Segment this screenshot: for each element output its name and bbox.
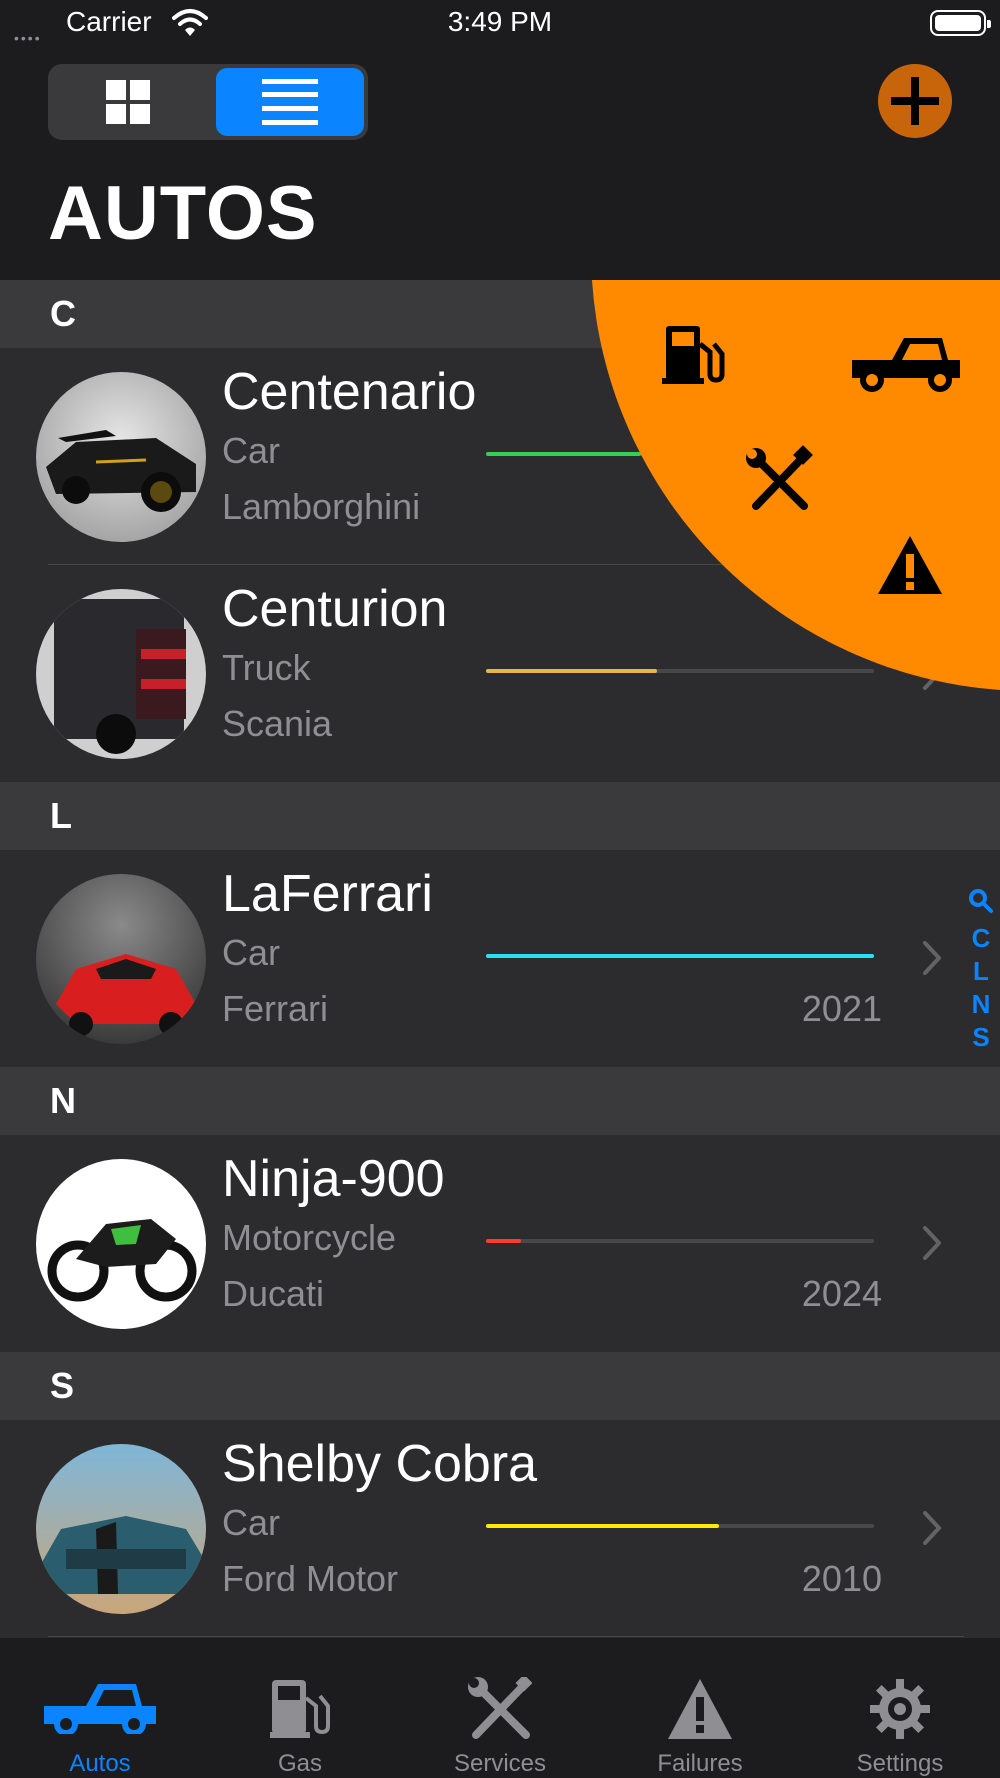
index-letter-c[interactable]: C [966,922,996,955]
vehicle-make: Ford Motor [222,1558,399,1599]
index-letter-s[interactable]: S [966,1021,996,1054]
vehicle-name: Ninja-900 [222,1150,445,1208]
progress-bar-fill [486,1524,719,1528]
tab-gas[interactable]: Gas [200,1638,400,1778]
progress-bar [486,1524,874,1528]
tab-label: Services [453,1750,547,1777]
clock: 3:49 PM [447,6,553,37]
tab-autos[interactable]: Autos [0,1638,200,1778]
vehicle-name: Shelby Cobra [222,1435,538,1493]
vehicle-photo [36,1159,206,1329]
vehicle-year: 2021 [801,988,882,1029]
vehicle-make: Ducati [222,1273,325,1314]
grid-view-button[interactable] [52,68,204,136]
vehicle-photo [36,372,206,542]
status-bar: •••• Carrier 3:49 PM [0,0,1000,50]
tab-label: Failures [657,1750,743,1777]
chevron-right-icon [923,1511,941,1545]
vehicle-photo [36,874,206,1044]
tab-services[interactable]: Services [400,1638,600,1778]
vehicle-photo [36,1444,206,1614]
chevron-right-icon [923,941,941,975]
add-vehicle-button[interactable] [878,64,952,138]
gear-icon [800,1674,1000,1744]
vehicle-row-shelby-cobra[interactable]: Shelby Cobra Car Ford Motor 2010 [0,1420,1000,1637]
section-index-bar[interactable]: C L N S [966,888,996,1054]
vehicle-type: Car [222,1502,281,1543]
vehicle-type: Car [222,932,281,973]
gas-pump-icon [200,1674,400,1744]
car-icon [0,1674,200,1744]
vehicle-year: 2010 [801,1558,882,1599]
view-mode-segmented-control [48,64,368,140]
vehicle-row-laferrari[interactable]: LaFerrari Car Ferrari 2021 [0,850,1000,1067]
tab-label: Settings [856,1750,944,1777]
progress-bar-fill [486,954,874,958]
list-view-button[interactable] [216,68,364,136]
section-header-s: S [0,1352,1000,1420]
vehicle-make: Ferrari [222,988,328,1029]
progress-bar [486,954,874,958]
tab-label: Autos [69,1750,131,1777]
list-icon [262,79,318,125]
section-header-n: N [0,1067,1000,1135]
battery-icon [930,10,991,36]
vehicle-type: Motorcycle [222,1217,397,1258]
plus-icon [891,77,939,125]
tab-settings[interactable]: Settings [800,1638,1000,1778]
tab-failures[interactable]: Failures [600,1638,800,1778]
page-title: AUTOS [48,171,318,256]
vehicle-name: Centenario [222,363,477,421]
chevron-right-icon [923,1226,941,1260]
vehicle-photo [36,589,206,759]
vehicle-make: Lamborghini [222,486,421,527]
vehicle-type: Truck [222,647,311,688]
vehicle-name: Centurion [222,580,448,638]
section-header-l: L [0,782,1000,850]
wrench-screwdriver-icon [400,1674,600,1744]
index-letter-n[interactable]: N [966,988,996,1021]
vehicle-type: Car [222,430,281,471]
index-letter-l[interactable]: L [966,955,996,988]
index-search-icon[interactable] [966,888,996,922]
vehicle-make: Scania [222,703,333,744]
vehicle-row-ninja-900[interactable]: Ninja-900 Motorcycle Ducati 2024 [0,1135,1000,1352]
vehicle-year: 2024 [801,1273,882,1314]
tab-label: Gas [277,1750,322,1777]
warning-icon [600,1674,800,1744]
tab-bar: Autos Gas Services Failures Settings [0,1637,1000,1778]
quick-action-menu [592,280,1000,690]
progress-bar-fill [486,1239,521,1243]
progress-bar [486,1239,874,1243]
grid-icon [106,80,150,124]
vehicle-name: LaFerrari [222,865,433,923]
